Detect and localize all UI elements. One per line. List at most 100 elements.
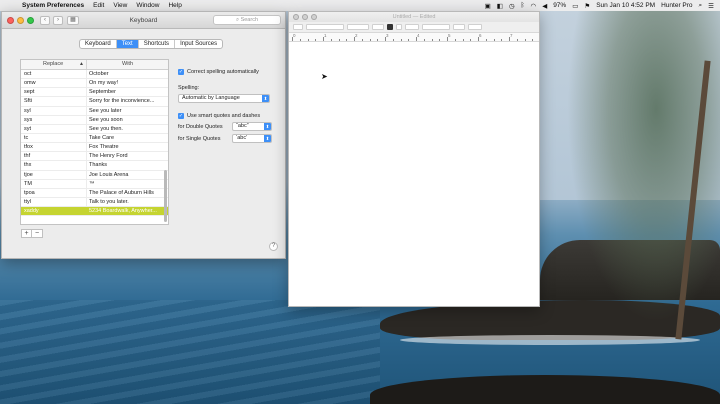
tab-text[interactable]: Text	[116, 40, 139, 48]
with-cell[interactable]: Talk to you later.	[87, 198, 168, 206]
double-quotes-select[interactable]: “abc” ⬍	[232, 122, 272, 131]
with-cell[interactable]: September	[87, 88, 168, 96]
table-row[interactable]: thf The Henry Ford	[21, 152, 168, 162]
table-scrollbar[interactable]	[164, 170, 167, 222]
replace-cell[interactable]: tfox	[21, 143, 87, 152]
menu-window[interactable]: Window	[136, 2, 159, 9]
table-row[interactable]: tc Take Care	[21, 133, 168, 144]
cast-icon[interactable]: ◧	[497, 2, 503, 10]
replace-cell[interactable]: sept	[21, 88, 87, 97]
with-cell[interactable]: See you later	[87, 107, 168, 115]
with-cell[interactable]: The Palace of Auburn Hills	[87, 189, 168, 197]
smart-quotes-option[interactable]: ✓ Use smart quotes and dashes	[178, 113, 282, 119]
replace-cell[interactable]: Sfti	[21, 97, 87, 106]
highlight-color-swatch[interactable]	[396, 24, 402, 30]
replace-cell[interactable]: tpoa	[21, 188, 87, 197]
replace-cell[interactable]: tc	[21, 133, 87, 143]
tab-keyboard[interactable]: Keyboard	[80, 40, 117, 48]
back-icon[interactable]: ‹	[40, 15, 50, 25]
column-header-with[interactable]: With	[87, 60, 168, 69]
user-name[interactable]: Hunter Pro	[661, 2, 692, 9]
table-row[interactable]: syl See you later	[21, 106, 168, 116]
with-cell[interactable]: 5234 Boardwalk, Anywher...	[87, 207, 168, 215]
table-row[interactable]: omw On my way!	[21, 79, 168, 89]
with-cell[interactable]: Joe Louis Arena	[87, 171, 168, 179]
replace-cell[interactable]: syt	[21, 124, 87, 133]
with-cell[interactable]: The Henry Ford	[87, 152, 168, 160]
flag-icon[interactable]: ⚑	[584, 2, 590, 10]
table-row[interactable]: oct October	[21, 70, 168, 80]
close-button[interactable]	[7, 16, 14, 24]
replace-cell[interactable]: sys	[21, 115, 87, 124]
table-row[interactable]: TM ™	[21, 179, 168, 189]
remove-replacement-button[interactable]: −	[32, 229, 43, 238]
with-cell[interactable]: Sorry for the inconvience...	[87, 97, 168, 105]
add-replacement-button[interactable]: +	[21, 229, 32, 238]
list-style-select[interactable]	[468, 24, 482, 30]
table-row[interactable]: sys See you soon	[21, 115, 168, 125]
table-row[interactable]: tpoa The Palace of Auburn Hills	[21, 188, 168, 198]
table-row[interactable]: tjoe Joe Louis Arena	[21, 170, 168, 180]
table-row[interactable]: thx Thanks	[21, 161, 168, 171]
with-cell[interactable]: See you soon	[87, 116, 168, 124]
replace-cell[interactable]: syl	[21, 106, 87, 115]
with-cell[interactable]: Take Care	[87, 134, 168, 142]
table-row[interactable]: sept September	[21, 88, 168, 98]
with-cell[interactable]: ™	[87, 180, 168, 188]
with-cell[interactable]: See you then.	[87, 125, 168, 133]
with-cell[interactable]: On my way!	[87, 79, 168, 87]
help-button[interactable]: ?	[269, 242, 278, 251]
tab-input-sources[interactable]: Input Sources	[175, 40, 222, 48]
single-quotes-select[interactable]: ‘abc’ ⬍	[232, 134, 272, 143]
minimize-button[interactable]	[17, 16, 24, 24]
replace-cell[interactable]: oct	[21, 70, 87, 79]
correct-spelling-option[interactable]: ✓ Correct spelling automatically	[178, 69, 282, 75]
font-style-select[interactable]	[347, 24, 369, 30]
table-row[interactable]: Sfti Sorry for the inconvience...	[21, 97, 168, 107]
replace-cell[interactable]: thf	[21, 152, 87, 161]
volume-icon[interactable]: ◀	[542, 2, 547, 10]
spelling-language-select[interactable]: Automatic by Language ⬍	[178, 94, 270, 103]
zoom-button[interactable]	[27, 16, 34, 24]
wifi-icon[interactable]: ◠	[531, 2, 537, 10]
menu-app-name[interactable]: System Preferences	[22, 2, 84, 9]
replace-cell[interactable]: omw	[21, 79, 87, 88]
replace-cell[interactable]: ttyl	[21, 197, 87, 207]
table-row[interactable]: tfox Fox Theatre	[21, 143, 168, 153]
font-family-select[interactable]	[306, 24, 344, 30]
with-cell[interactable]: Fox Theatre	[87, 143, 168, 151]
tab-shortcuts[interactable]: Shortcuts	[139, 40, 176, 48]
correct-spelling-checkbox[interactable]: ✓	[178, 69, 184, 75]
menu-edit[interactable]: Edit	[93, 2, 104, 9]
forward-icon[interactable]: ›	[53, 15, 63, 25]
text-color-swatch[interactable]	[387, 24, 393, 30]
column-header-replace[interactable]: Replace ▲	[21, 60, 87, 69]
smart-quotes-checkbox[interactable]: ✓	[178, 113, 184, 119]
bold-italic-underline-buttons[interactable]	[405, 24, 419, 30]
with-cell[interactable]: Thanks	[87, 161, 168, 169]
search-input[interactable]: ⌕ Search	[213, 15, 281, 25]
time-machine-icon[interactable]: ◷	[509, 2, 515, 10]
paragraph-style-select[interactable]	[293, 24, 303, 30]
menu-help[interactable]: Help	[168, 2, 181, 9]
clock[interactable]: Sun Jan 10 4:52 PM	[596, 2, 655, 9]
spotlight-icon[interactable]: ⌕	[699, 2, 703, 10]
menu-view[interactable]: View	[113, 2, 127, 9]
bluetooth-icon[interactable]: ᛒ	[521, 2, 525, 9]
document-body[interactable]	[289, 42, 539, 307]
table-row[interactable]: syt See you then.	[21, 124, 168, 134]
replace-cell[interactable]: xaddy	[21, 207, 87, 216]
with-cell[interactable]: October	[87, 70, 168, 78]
font-size-select[interactable]	[372, 24, 384, 30]
table-row[interactable]: xaddy 5234 Boardwalk, Anywher...	[21, 207, 168, 217]
replace-cell[interactable]: tjoe	[21, 170, 87, 179]
replace-cell[interactable]: thx	[21, 161, 87, 170]
notification-center-icon[interactable]: ☰	[708, 2, 714, 10]
battery-icon[interactable]: ▭	[572, 2, 578, 10]
table-row[interactable]: ttyl Talk to you later.	[21, 197, 168, 208]
screen-record-icon[interactable]: ▣	[485, 2, 491, 10]
replace-cell[interactable]: TM	[21, 179, 87, 188]
alignment-buttons[interactable]	[422, 24, 450, 30]
line-spacing-select[interactable]	[453, 24, 465, 30]
battery-percent[interactable]: 97%	[553, 2, 566, 9]
